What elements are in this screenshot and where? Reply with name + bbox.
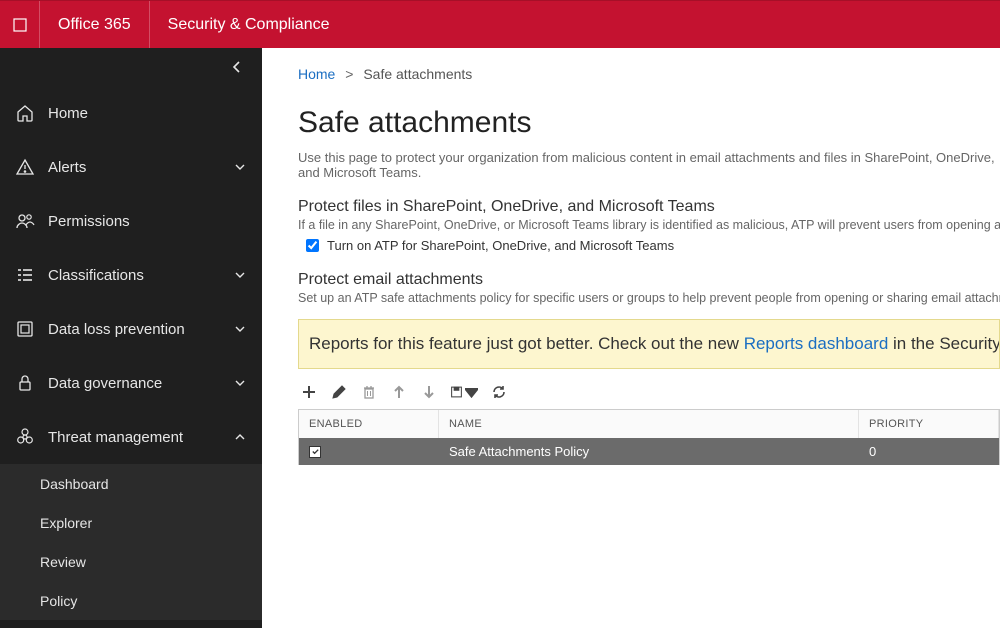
- sidebar-item-permissions[interactable]: Permissions: [0, 194, 262, 248]
- sidebar-item-label: Alerts: [48, 159, 232, 176]
- biohazard-icon: [14, 426, 36, 448]
- policy-grid: ENABLED NAME PRIORITY Safe Attachments P…: [298, 409, 1000, 465]
- sidebar-item-data-governance[interactable]: Data governance: [0, 356, 262, 410]
- breadcrumb-separator: >: [345, 66, 353, 82]
- subnav-explorer[interactable]: Explorer: [0, 503, 262, 542]
- sidebar-item-threat-management[interactable]: Threat management: [0, 410, 262, 464]
- sidebar-item-label: Home: [48, 105, 248, 122]
- enabled-checkbox[interactable]: [309, 446, 321, 458]
- reports-dashboard-link[interactable]: Reports dashboard: [744, 334, 889, 353]
- refresh-button[interactable]: [490, 383, 508, 401]
- edit-button[interactable]: [330, 383, 348, 401]
- atp-checkbox[interactable]: [306, 239, 319, 252]
- move-down-button[interactable]: [420, 383, 438, 401]
- chevron-down-icon: [232, 377, 248, 389]
- grid-toolbar: [298, 381, 1000, 409]
- banner-text-pre: Reports for this feature just got better…: [309, 334, 744, 353]
- sidebar-item-dlp[interactable]: Data loss prevention: [0, 302, 262, 356]
- sidebar-item-label: Threat management: [48, 429, 232, 446]
- subnav-review[interactable]: Review: [0, 542, 262, 581]
- app-name-label: Security & Compliance: [150, 16, 348, 34]
- subnav-label: Dashboard: [40, 476, 109, 492]
- banner-text-post: in the Security and Compliance Center.: [888, 334, 1000, 353]
- add-button[interactable]: [300, 383, 318, 401]
- subnav-policy[interactable]: Policy: [0, 581, 262, 620]
- brand-label[interactable]: Office 365: [40, 1, 150, 48]
- breadcrumb-current: Safe attachments: [363, 66, 472, 82]
- sidebar-item-label: Classifications: [48, 267, 232, 284]
- save-dropdown-button[interactable]: [450, 383, 478, 401]
- move-up-button[interactable]: [390, 383, 408, 401]
- threat-management-subnav: Dashboard Explorer Review Policy: [0, 464, 262, 620]
- sidebar-item-home[interactable]: Home: [0, 86, 262, 140]
- grid-header-name[interactable]: NAME: [439, 410, 859, 438]
- grid-cell-priority: 0: [859, 438, 999, 465]
- grid-cell-name: Safe Attachments Policy: [439, 438, 859, 465]
- grid-cell-enabled: [299, 438, 439, 465]
- grid-row[interactable]: Safe Attachments Policy 0: [299, 438, 999, 465]
- section-protect-email-sub: Set up an ATP safe attachments policy fo…: [298, 291, 1000, 305]
- section-protect-email-heading: Protect email attachments: [298, 271, 1000, 289]
- topbar: Office 365 Security & Compliance: [0, 0, 1000, 48]
- subnav-label: Review: [40, 554, 86, 570]
- sidebar-item-label: Permissions: [48, 213, 248, 230]
- sidebar-item-label: Data governance: [48, 375, 232, 392]
- main-content: Home > Safe attachments Safe attachments…: [262, 48, 1000, 628]
- chevron-down-icon: [232, 161, 248, 173]
- subnav-label: Explorer: [40, 515, 92, 531]
- alert-icon: [14, 156, 36, 178]
- breadcrumb: Home > Safe attachments: [298, 66, 1000, 82]
- subnav-label: Policy: [40, 593, 77, 609]
- reports-banner: Reports for this feature just got better…: [298, 319, 1000, 369]
- app-launcher-icon[interactable]: [0, 1, 40, 48]
- subnav-dashboard[interactable]: Dashboard: [0, 464, 262, 503]
- page-title: Safe attachments: [298, 106, 1000, 140]
- grid-header-enabled[interactable]: ENABLED: [299, 410, 439, 438]
- grid-header-row: ENABLED NAME PRIORITY: [299, 410, 999, 438]
- dlp-icon: [14, 318, 36, 340]
- home-icon: [14, 102, 36, 124]
- chevron-down-icon: [232, 323, 248, 335]
- lock-icon: [14, 372, 36, 394]
- sidebar: Home Alerts Permissions Classifications …: [0, 48, 262, 628]
- permissions-icon: [14, 210, 36, 232]
- chevron-down-icon: [232, 269, 248, 281]
- section-protect-files-sub: If a file in any SharePoint, OneDrive, o…: [298, 218, 1000, 232]
- sidebar-item-classifications[interactable]: Classifications: [0, 248, 262, 302]
- sidebar-item-alerts[interactable]: Alerts: [0, 140, 262, 194]
- classifications-icon: [14, 264, 36, 286]
- delete-button[interactable]: [360, 383, 378, 401]
- atp-checkbox-label: Turn on ATP for SharePoint, OneDrive, an…: [327, 238, 674, 253]
- page-description: Use this page to protect your organizati…: [298, 150, 1000, 180]
- section-protect-files-heading: Protect files in SharePoint, OneDrive, a…: [298, 198, 1000, 216]
- sidebar-collapse-button[interactable]: [0, 48, 262, 86]
- breadcrumb-home-link[interactable]: Home: [298, 66, 335, 82]
- atp-toggle-row[interactable]: Turn on ATP for SharePoint, OneDrive, an…: [306, 238, 1000, 253]
- chevron-up-icon: [232, 431, 248, 443]
- sidebar-item-label: Data loss prevention: [48, 321, 232, 338]
- grid-header-priority[interactable]: PRIORITY: [859, 410, 999, 438]
